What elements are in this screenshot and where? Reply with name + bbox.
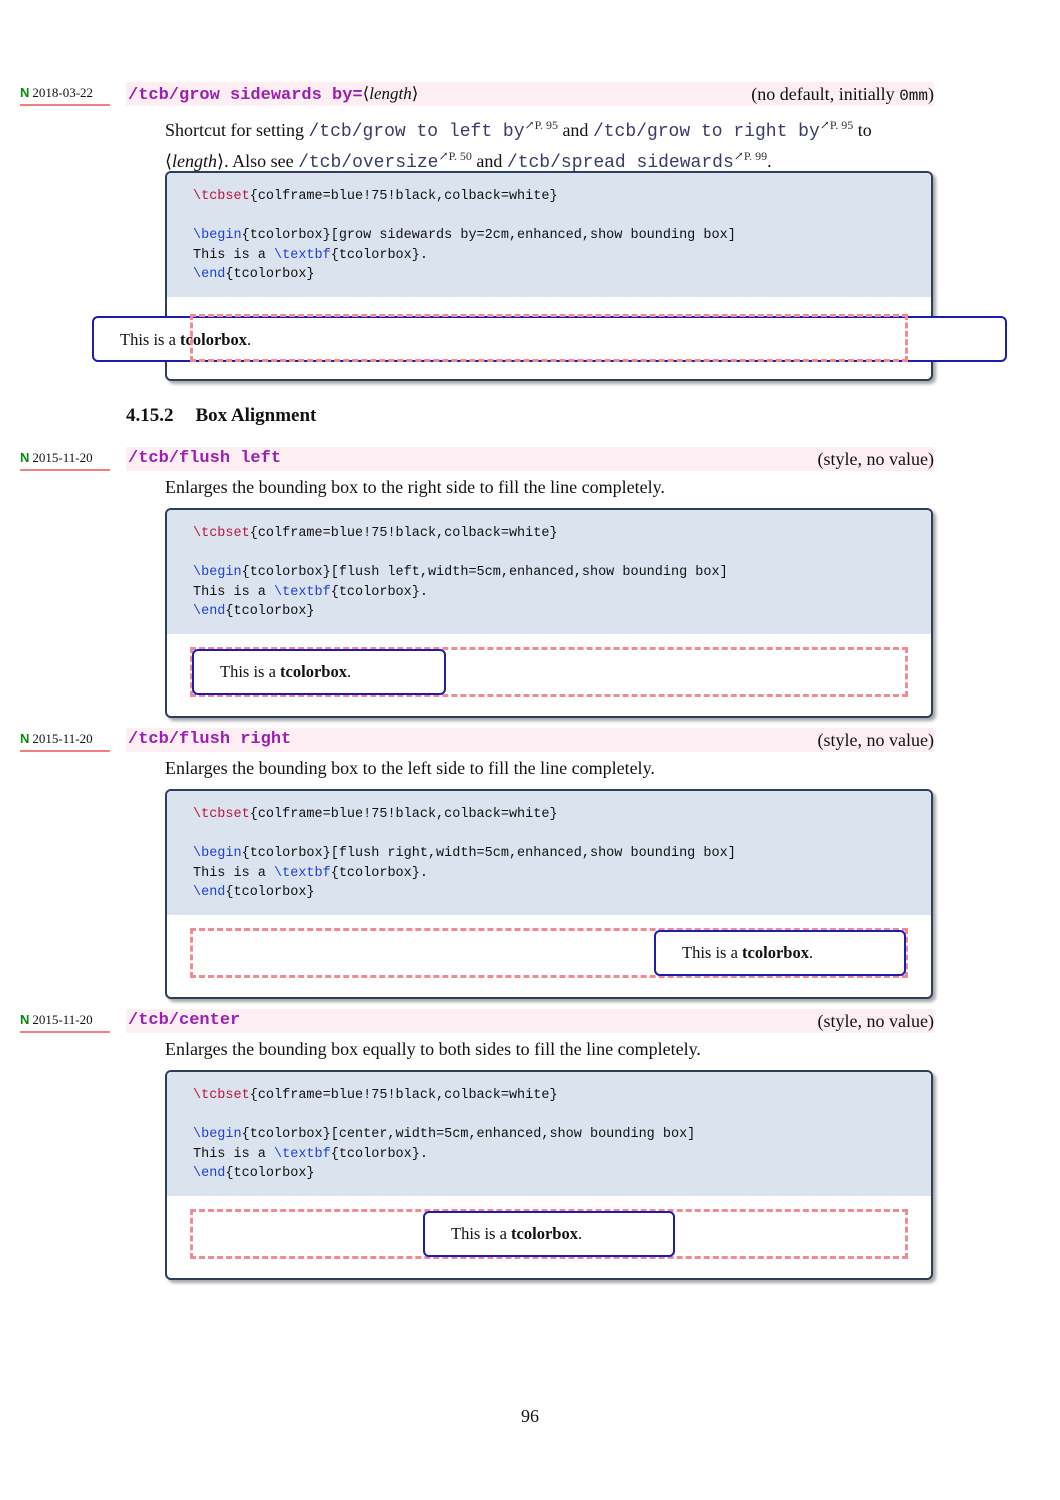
section-number: 4.15.2 [126,405,174,426]
example-output: This is a tcolorbox. [167,1196,931,1274]
section-heading: 4.15.2 Box Alignment [126,405,316,427]
option-key-name: /tcb/grow sidewards by= [128,86,363,105]
code-listing: \tcbset{colframe=blue!75!black,colback=w… [167,173,931,297]
option-description: Shortcut for setting /tcb/grow to left b… [165,118,872,173]
option-default: (style, no value) [817,730,934,750]
new-mark: N [20,450,30,465]
option-default: (no default, initially 0mm) [751,82,934,108]
desc-meta: length [172,151,218,171]
example-output: This is a tcolorbox. [167,915,931,993]
option-default: (style, no value) [817,1011,934,1031]
ref-link-grow-to-left[interactable]: /tcb/grow to left by [308,122,524,142]
new-mark: N [20,85,30,100]
example-box: \tcbset{colframe=blue!75!black,colback=w… [165,508,933,718]
desc-text: to [853,120,872,140]
page-ref[interactable]: ↗P. 95 [525,118,558,132]
bounding-box-outline [190,314,908,362]
tcolorbox-output: This is a tcolorbox. [423,1210,675,1257]
code-listing: \tcbset{colframe=blue!75!black,colback=w… [167,791,931,915]
tcolorbox-output: This is a tcolorbox. [654,929,906,976]
default-text: (no default, initially [751,84,900,104]
desc-text: . [767,151,772,171]
option-key: /tcb/grow sidewards by=⟨length⟩ [128,84,419,105]
new-badge: N 2015-11-20 [20,449,110,471]
desc-text: and [557,120,593,140]
entry-header-bar [126,1009,934,1033]
new-mark: N [20,1012,30,1027]
desc-text: . Also see [224,151,299,171]
desc-text: Shortcut for setting [165,120,309,140]
code-listing: \tcbset{colframe=blue!75!black,colback=w… [167,510,931,634]
tcolorbox-output: This is a tcolorbox. [192,648,446,695]
code-listing: \tcbset{colframe=blue!75!black,colback=w… [167,1072,931,1196]
new-badge: N 2018-03-22 [20,84,110,106]
default-value: 0mm [899,87,928,105]
example-output: This is a tcolorbox. [167,634,931,712]
section-title: Box Alignment [195,405,317,426]
ref-link-oversize[interactable]: /tcb/oversize [298,153,438,173]
badge-date: 2015-11-20 [32,731,93,746]
option-default: (style, no value) [817,449,934,469]
page-ref[interactable]: ↗P. 95 [820,118,853,132]
example-box: \tcbset{colframe=blue!75!black,colback=w… [165,789,933,999]
option-key: /tcb/flush right [128,730,292,749]
option-key: /tcb/center [128,1011,241,1030]
example-box: \tcbset{colframe=blue!75!black,colback=w… [165,1070,933,1280]
page-ref[interactable]: ↗P. 99 [734,149,767,163]
option-description: Enlarges the bounding box equally to bot… [165,1039,701,1059]
new-badge: N 2015-11-20 [20,1011,110,1033]
option-key: /tcb/flush left [128,449,282,468]
page-ref[interactable]: ↗P. 50 [439,149,472,163]
page-number: 96 [521,1406,539,1426]
badge-date: 2018-03-22 [32,85,94,100]
default-close: ) [928,84,934,104]
option-key-meta: length [369,84,412,103]
new-badge: N 2015-11-20 [20,730,110,752]
option-description: Enlarges the bounding box to the right s… [165,477,665,497]
badge-date: 2015-11-20 [32,1012,93,1027]
new-mark: N [20,731,30,746]
badge-date: 2015-11-20 [32,450,93,465]
desc-text: and [471,151,507,171]
ref-link-spread-sidewards[interactable]: /tcb/spread sidewards [507,153,734,173]
option-description: Enlarges the bounding box to the left si… [165,758,655,778]
ref-link-grow-to-right[interactable]: /tcb/grow to right by [593,122,820,142]
